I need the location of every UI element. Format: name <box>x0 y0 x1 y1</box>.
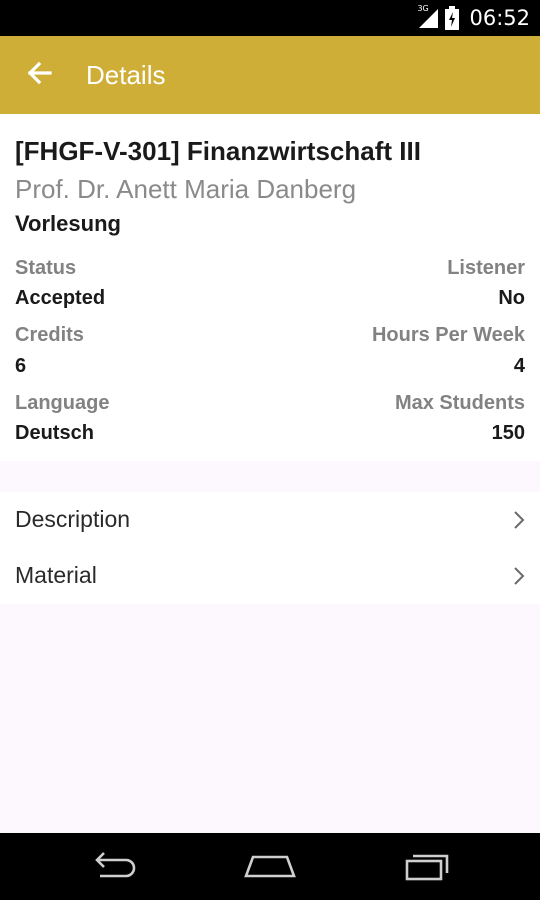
detail-links-list: Description Material <box>0 492 540 604</box>
language-value: Deutsch <box>15 422 94 444</box>
status-bar: 3G 06:52 <box>0 0 540 36</box>
listener-value: No <box>498 287 525 309</box>
chevron-right-icon <box>512 510 526 530</box>
arrow-left-icon <box>26 60 52 91</box>
language-label: Language <box>15 392 110 414</box>
home-icon <box>243 851 297 884</box>
course-type: Vorlesung <box>15 211 121 236</box>
course-details-card: [FHGF-V-301] Finanzwirtschaft III Prof. … <box>0 114 540 461</box>
description-row[interactable]: Description <box>0 492 540 548</box>
material-row[interactable]: Material <box>0 548 540 604</box>
max-students-label: Max Students <box>394 392 525 414</box>
signal-icon: 3G <box>417 4 439 29</box>
course-professor: Prof. Dr. Anett Maria Danberg <box>15 174 357 204</box>
app-bar: Details <box>0 36 540 114</box>
status-icons: 3G 06:52 <box>417 0 530 36</box>
max-students-value: 150 <box>491 422 525 444</box>
chevron-right-icon <box>512 566 526 586</box>
page-title: Details <box>86 60 166 90</box>
back-icon <box>88 850 138 885</box>
back-button[interactable] <box>14 51 64 99</box>
credits-label: Credits <box>15 324 84 346</box>
system-back-button[interactable] <box>78 845 148 889</box>
status-label: Status <box>15 257 77 279</box>
system-recent-apps-button[interactable] <box>393 845 463 889</box>
network-type: 3G <box>417 4 429 13</box>
recent-apps-icon <box>403 849 453 886</box>
credits-value: 6 <box>15 355 27 377</box>
material-label: Material <box>15 562 97 588</box>
system-home-button[interactable] <box>235 845 305 889</box>
status-time: 06:52 <box>469 6 530 30</box>
status-value: Accepted <box>15 287 106 309</box>
description-label: Description <box>15 506 131 532</box>
battery-icon <box>445 6 460 30</box>
system-navigation-bar <box>0 833 540 900</box>
hours-per-week-label: Hours Per Week <box>371 324 525 346</box>
listener-label: Listener <box>447 257 525 279</box>
course-title: [FHGF-V-301] Finanzwirtschaft III <box>15 136 421 166</box>
hours-per-week-value: 4 <box>513 355 525 377</box>
